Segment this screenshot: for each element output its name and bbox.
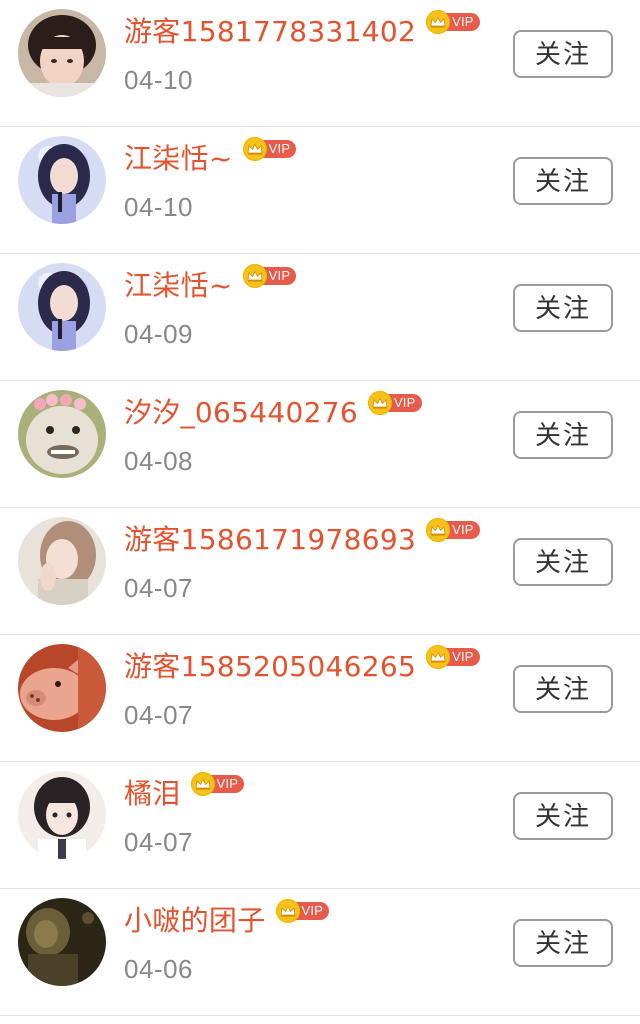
- user-name[interactable]: 小啵的团子: [124, 901, 266, 941]
- avatar-image: [18, 390, 106, 478]
- avatar[interactable]: [18, 9, 106, 97]
- avatar-image: [18, 263, 106, 351]
- avatar-image: [18, 9, 106, 97]
- avatar[interactable]: [18, 136, 106, 224]
- vip-badge: VIP: [426, 518, 480, 542]
- follow-button[interactable]: 关注: [513, 538, 613, 586]
- follow-date: 04-07: [124, 827, 193, 857]
- name-line: 江柒恬~ VIP: [124, 264, 297, 310]
- list-item[interactable]: 橘泪 VIP 04-07 关注: [0, 762, 640, 889]
- vip-badge: VIP: [426, 10, 480, 34]
- avatar[interactable]: [18, 517, 106, 605]
- crown-icon: [190, 772, 215, 796]
- name-line: 游客1586171978693 VIP: [124, 518, 480, 564]
- follow-button[interactable]: 关注: [513, 411, 613, 459]
- follow-button[interactable]: 关注: [513, 665, 613, 713]
- list-item[interactable]: 江柒恬~ VIP 04-10 关注: [0, 127, 640, 254]
- follow-date: 04-07: [124, 700, 193, 730]
- crown-icon: [242, 137, 267, 161]
- crown-icon: [275, 899, 300, 923]
- list-item[interactable]: 游客1581778331402 VIP 04-10 关注: [0, 0, 640, 127]
- follower-list: 游客1581778331402 VIP 04-10 关注 江柒恬~ VIP 04…: [0, 0, 640, 1016]
- avatar-image: [18, 644, 106, 732]
- avatar[interactable]: [18, 263, 106, 351]
- list-item[interactable]: 游客1585205046265 VIP 04-07 关注: [0, 635, 640, 762]
- follow-date: 04-08: [124, 446, 193, 476]
- follow-button[interactable]: 关注: [513, 30, 613, 78]
- crown-icon: [426, 10, 451, 34]
- name-line: 游客1585205046265 VIP: [124, 645, 480, 691]
- follow-date: 04-10: [124, 65, 193, 95]
- user-name[interactable]: 游客1581778331402: [124, 12, 416, 52]
- follow-button[interactable]: 关注: [513, 157, 613, 205]
- crown-icon: [242, 264, 267, 288]
- user-name[interactable]: 橘泪: [124, 774, 181, 814]
- user-name[interactable]: 江柒恬~: [124, 139, 233, 179]
- name-line: 江柒恬~ VIP: [124, 137, 297, 183]
- avatar-image: [18, 136, 106, 224]
- avatar-image: [18, 517, 106, 605]
- list-item[interactable]: 汐汐_065440276 VIP 04-08 关注: [0, 381, 640, 508]
- avatar[interactable]: [18, 898, 106, 986]
- vip-badge: VIP: [190, 772, 245, 796]
- crown-icon: [426, 518, 451, 542]
- crown-icon: [426, 645, 451, 669]
- follow-date: 04-09: [124, 319, 193, 349]
- name-line: 汐汐_065440276 VIP: [124, 391, 422, 437]
- avatar[interactable]: [18, 771, 106, 859]
- user-name[interactable]: 江柒恬~: [124, 266, 233, 306]
- list-item[interactable]: 江柒恬~ VIP 04-09 关注: [0, 254, 640, 381]
- vip-badge: VIP: [426, 645, 480, 669]
- vip-badge: VIP: [242, 264, 297, 288]
- user-name[interactable]: 汐汐_065440276: [124, 393, 358, 433]
- follow-button[interactable]: 关注: [513, 792, 613, 840]
- follow-button[interactable]: 关注: [513, 284, 613, 332]
- follow-button[interactable]: 关注: [513, 919, 613, 967]
- list-item[interactable]: 小啵的团子 VIP 04-06 关注: [0, 889, 640, 1016]
- list-item[interactable]: 游客1586171978693 VIP 04-07 关注: [0, 508, 640, 635]
- follow-date: 04-10: [124, 192, 193, 222]
- avatar[interactable]: [18, 644, 106, 732]
- name-line: 游客1581778331402 VIP: [124, 10, 480, 56]
- avatar-image: [18, 898, 106, 986]
- name-line: 小啵的团子 VIP: [124, 899, 330, 945]
- follow-date: 04-06: [124, 954, 193, 984]
- vip-badge: VIP: [242, 137, 297, 161]
- vip-badge: VIP: [275, 899, 330, 923]
- user-name[interactable]: 游客1585205046265: [124, 647, 416, 687]
- avatar-image: [18, 771, 106, 859]
- name-line: 橘泪 VIP: [124, 772, 245, 818]
- user-name[interactable]: 游客1586171978693: [124, 520, 416, 560]
- avatar[interactable]: [18, 390, 106, 478]
- vip-badge: VIP: [367, 391, 422, 415]
- follow-date: 04-07: [124, 573, 193, 603]
- crown-icon: [367, 391, 392, 415]
